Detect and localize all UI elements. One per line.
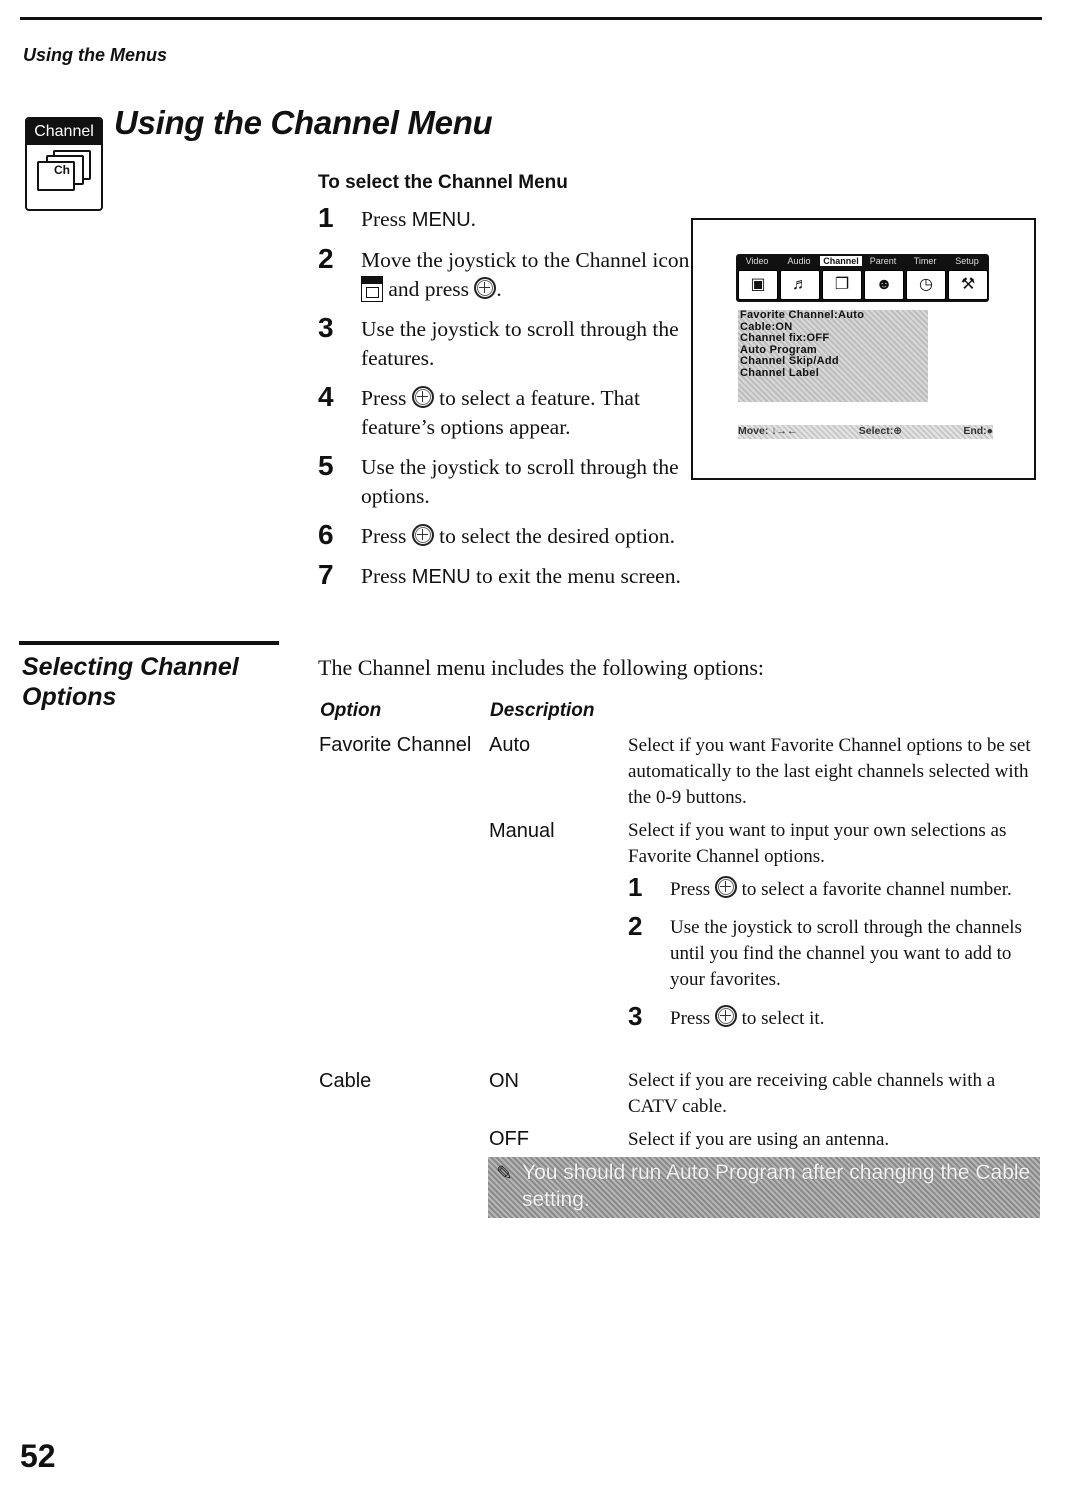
tv-tab-setup: Setup <box>955 256 979 266</box>
note-box: ✎ You should run Auto Program after chan… <box>488 1157 1040 1218</box>
option-name: Cable <box>319 1070 372 1092</box>
tv-menu-item: Channel Label <box>740 366 820 379</box>
step-text: Press <box>670 879 715 900</box>
step-text: Use the joystick to scroll through the o… <box>361 455 679 508</box>
step-3: 3 Use the joystick to scroll through the… <box>318 312 698 373</box>
column-header-option: Option <box>320 700 382 721</box>
tv-menu-list: Favorite Channel:Auto Cable:ON Channel f… <box>738 309 928 402</box>
tv-footer-end: End:● <box>963 425 993 437</box>
top-rule <box>20 17 1042 20</box>
step-text: to exit the menu screen. <box>470 564 681 588</box>
step-text: Press <box>361 386 412 410</box>
column-header-description: Description <box>490 700 595 721</box>
step-6: 6 Press to select the desired option. <box>318 519 781 551</box>
tv-tab-channel: Channel <box>820 256 862 266</box>
tv-footer: Move: ↓→← Select:⊕ End:● <box>738 425 993 439</box>
section-rule <box>19 641 279 645</box>
step-number: 1 <box>628 872 643 902</box>
page-title: Using the Channel Menu <box>114 104 493 141</box>
option-description: Select if you are receiving cable channe… <box>628 1070 996 1117</box>
section-label: Using the Menus <box>23 45 168 65</box>
step-4: 4 Press to select a feature. That featur… <box>318 381 698 442</box>
step-text: Move the joystick to the Channel icon <box>361 248 690 272</box>
tv-screen-illustration: Video Audio Channel Parent Timer Setup ▣… <box>691 218 1036 480</box>
select-menu-heading: To select the Channel Menu <box>318 172 568 193</box>
step-number: 3 <box>628 1001 643 1031</box>
tv-menu-tabs: Video Audio Channel Parent Timer Setup ▣… <box>736 254 989 302</box>
step-text: Use the joystick to scroll through the c… <box>670 917 1022 990</box>
page-number: 52 <box>20 1438 56 1474</box>
joystick-button-icon <box>714 1005 737 1027</box>
step-number: 1 <box>318 202 334 233</box>
menu-key-label: MENU <box>411 209 471 231</box>
manual-step-1: 1 Press to select a favorite channel num… <box>628 872 1038 903</box>
card-front: Ch <box>37 161 75 191</box>
option-name: Favorite Channel <box>319 734 472 756</box>
step-number: 2 <box>318 243 334 274</box>
tv-menu-item: Channel fix:OFF <box>740 332 830 344</box>
option-description: Select if you are using an antenna. <box>628 1129 890 1150</box>
step-number: 2 <box>628 911 643 941</box>
step-number: 6 <box>318 519 334 550</box>
channel-icon: ❐ <box>822 270 862 300</box>
tv-tab-audio: Audio <box>787 256 811 266</box>
step-text: to select it. <box>736 1008 825 1029</box>
options-intro: The Channel menu includes the following … <box>318 655 765 680</box>
step-text: to select the desired option. <box>433 524 675 548</box>
tv-menu-item: Favorite Channel:Auto <box>740 309 865 321</box>
step-text: . <box>470 207 477 231</box>
channel-cards-icon: Ch <box>27 145 101 209</box>
select-menu-steps: 1 Press MENU. 2 Move the joystick to the… <box>318 202 698 603</box>
channel-badge-icon: Channel Ch <box>25 117 103 211</box>
option-value: Manual <box>489 820 555 842</box>
step-1: 1 Press MENU. <box>318 202 698 235</box>
option-value: ON <box>489 1070 519 1092</box>
step-2: 2 Move the joystick to the Channel icon … <box>318 243 698 304</box>
toolbox-icon: ⚒ <box>948 270 988 300</box>
joystick-button-icon <box>411 386 434 408</box>
tv-tab-timer: Timer <box>913 256 937 266</box>
tv-footer-move: Move: ↓→← <box>738 425 798 437</box>
option-description: Select if you want Favorite Channel opti… <box>628 735 1031 808</box>
step-7: 7 Press MENU to exit the menu screen. <box>318 559 781 592</box>
step-number: 4 <box>318 381 334 412</box>
step-text: Press <box>361 524 412 548</box>
tv-tab-video: Video <box>745 256 769 266</box>
step-text: to select a favorite channel number. <box>736 879 1012 900</box>
option-description: Select if you want to input your own sel… <box>628 820 1007 867</box>
manual-steps: 1 Press to select a favorite channel num… <box>628 872 1038 1041</box>
tv-footer-select: Select:⊕ <box>858 425 903 437</box>
step-text: Press <box>361 207 412 231</box>
tv-tab-parent: Parent <box>869 256 897 266</box>
step-number: 5 <box>318 450 334 481</box>
clock-icon: ◷ <box>906 270 946 300</box>
manual-step-3: 3 Press to select it. <box>628 1001 1038 1032</box>
joystick-button-icon <box>714 876 737 898</box>
manual-step-2: 2 Use the joystick to scroll through the… <box>628 911 1038 993</box>
parent-icon: ☻ <box>864 270 904 300</box>
note-pencil-icon: ✎ <box>496 1163 513 1185</box>
step-number: 7 <box>318 559 334 590</box>
step-5: 5 Use the joystick to scroll through the… <box>318 450 698 511</box>
option-value: Auto <box>489 734 531 756</box>
audio-icon: ♬ <box>780 270 820 300</box>
menu-key-label: MENU <box>411 566 471 588</box>
options-heading: Selecting Channel Options <box>22 653 239 711</box>
step-text: and press <box>383 277 475 301</box>
step-text: Press <box>670 1008 715 1029</box>
channel-badge-label: Channel <box>27 119 101 145</box>
step-text: Use the joystick to scroll through the f… <box>361 317 679 370</box>
channel-icon <box>361 276 383 302</box>
step-number: 3 <box>318 312 334 343</box>
option-value: OFF <box>489 1128 529 1150</box>
video-icon: ▣ <box>738 270 778 300</box>
note-text: You should run Auto Program after changi… <box>522 1161 1031 1211</box>
joystick-button-icon <box>474 277 497 299</box>
tv-menu-item: Channel Skip/Add <box>740 355 839 367</box>
step-text: . <box>496 277 502 301</box>
step-text: Press <box>361 564 412 588</box>
joystick-button-icon <box>411 524 434 546</box>
